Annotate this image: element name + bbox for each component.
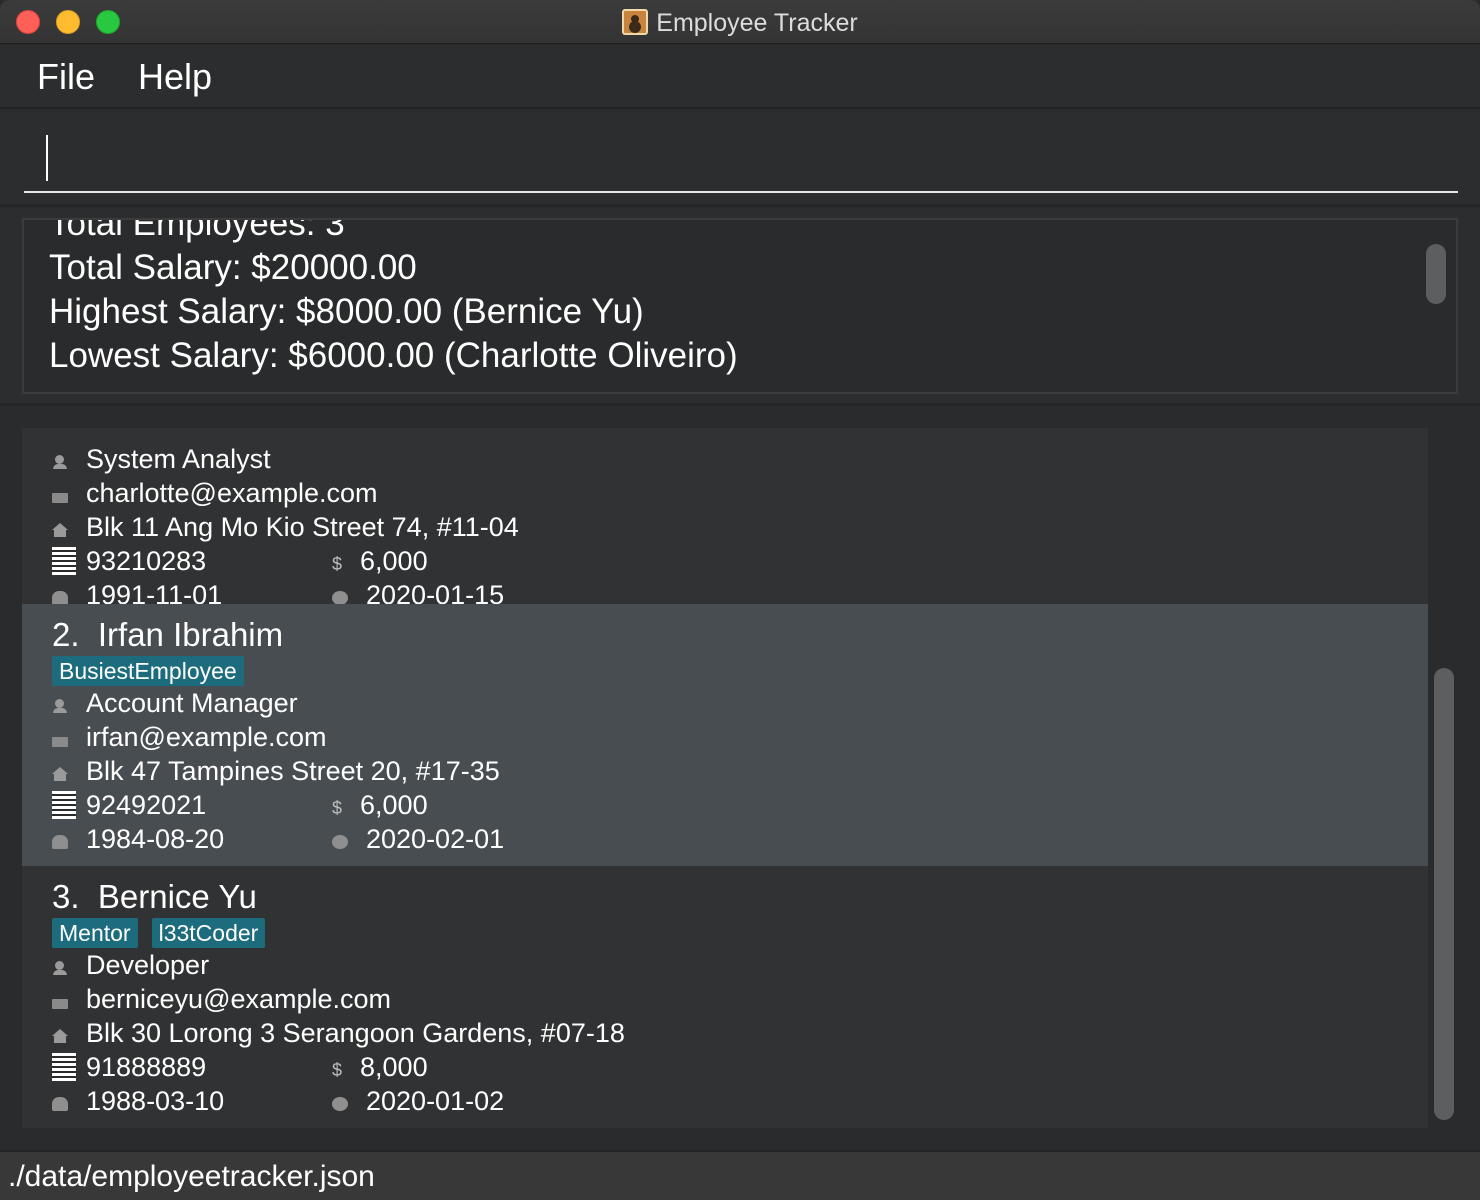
result-line-total-salary: Total Salary: $20000.00 xyxy=(49,248,417,287)
calendar-icon xyxy=(332,1097,348,1111)
email-field: charlotte@example.com xyxy=(52,476,378,510)
address-field: Blk 47 Tampines Street 20, #17-35 xyxy=(52,754,500,788)
result-line-total-employees: Total Employees: 3 xyxy=(49,218,345,243)
home-icon xyxy=(52,523,68,537)
join-date-text: 2020-02-01 xyxy=(366,824,505,854)
employee-card[interactable]: 2. Irfan Ibrahim BusiestEmployee Account… xyxy=(22,604,1428,866)
employee-index: 2. xyxy=(52,616,80,653)
dollar-icon: $ xyxy=(332,1060,343,1080)
dollar-icon: $ xyxy=(332,554,343,574)
app-window: Employee Tracker File Help Total Employe… xyxy=(0,0,1480,1200)
join-date-field: 2020-02-01 xyxy=(332,822,504,856)
job-field: Developer xyxy=(52,948,209,982)
tag-list: Mentor l33tCoder xyxy=(52,918,279,948)
phone-icon xyxy=(52,547,76,575)
birthday-text: 1988-03-10 xyxy=(86,1086,225,1116)
cake-icon xyxy=(52,591,68,605)
employee-list[interactable]: System Analyst charlotte@example.com Blk… xyxy=(22,428,1428,1128)
email-icon xyxy=(52,999,68,1009)
menu-help[interactable]: Help xyxy=(138,55,212,99)
address-text: Blk 47 Tampines Street 20, #17-35 xyxy=(86,756,500,786)
home-icon xyxy=(52,767,68,781)
birthday-field: 1984-08-20 xyxy=(52,822,224,856)
status-bar: ./data/employeetracker.json xyxy=(0,1150,1480,1200)
join-date-text: 2020-01-02 xyxy=(366,1086,505,1116)
contact-book-icon xyxy=(622,9,649,35)
salary-text: 6,000 xyxy=(360,790,428,820)
employee-card[interactable]: System Analyst charlotte@example.com Blk… xyxy=(22,428,1428,610)
calendar-icon xyxy=(332,835,348,849)
employee-list-panel: System Analyst charlotte@example.com Blk… xyxy=(0,408,1480,1148)
result-text: Total Employees: 3 Total Salary: $20000.0… xyxy=(49,218,738,378)
job-icon xyxy=(52,455,68,469)
email-text: irfan@example.com xyxy=(86,722,327,752)
text-caret xyxy=(46,135,48,181)
join-date-field: 2020-01-02 xyxy=(332,1084,504,1118)
address-text: Blk 30 Lorong 3 Serangoon Gardens, #07-1… xyxy=(86,1018,625,1048)
job-icon xyxy=(52,961,68,975)
phone-text: 92492021 xyxy=(86,790,207,820)
birthday-field: 1988-03-10 xyxy=(52,1084,224,1118)
tag: BusiestEmployee xyxy=(52,656,244,686)
birthday-text: 1984-08-20 xyxy=(86,824,225,854)
cake-icon xyxy=(52,835,68,849)
result-display-panel: Total Employees: 3 Total Salary: $20000.0… xyxy=(0,208,1480,406)
phone-icon xyxy=(52,791,76,819)
salary-text: 6,000 xyxy=(360,546,428,576)
email-icon xyxy=(52,737,68,747)
result-display[interactable]: Total Employees: 3 Total Salary: $20000.0… xyxy=(22,218,1458,394)
email-icon xyxy=(52,493,68,503)
phone-field: 91888889 xyxy=(52,1050,206,1084)
email-field: irfan@example.com xyxy=(52,720,327,754)
tag-list: BusiestEmployee xyxy=(52,656,258,686)
employee-name: 3. Bernice Yu xyxy=(52,876,257,918)
email-text: charlotte@example.com xyxy=(86,478,378,508)
list-scrollbar-thumb[interactable] xyxy=(1434,668,1454,1120)
employee-name-text: Irfan Ibrahim xyxy=(97,616,284,653)
tag: l33tCoder xyxy=(151,918,266,948)
cake-icon xyxy=(52,1097,68,1111)
employee-card[interactable]: 3. Bernice Yu Mentor l33tCoder Developer … xyxy=(22,866,1428,1128)
job-field: System Analyst xyxy=(52,442,271,476)
result-scrollbar-thumb[interactable] xyxy=(1426,244,1446,304)
phone-text: 91888889 xyxy=(86,1052,207,1082)
window-title-group: Employee Tracker xyxy=(0,8,1480,38)
dollar-icon: $ xyxy=(332,798,343,818)
phone-icon xyxy=(52,1053,76,1081)
address-field: Blk 30 Lorong 3 Serangoon Gardens, #07-1… xyxy=(52,1016,625,1050)
menu-file[interactable]: File xyxy=(37,55,95,99)
address-text: Blk 11 Ang Mo Kio Street 74, #11-04 xyxy=(86,512,519,542)
window-title: Employee Tracker xyxy=(656,9,858,37)
salary-field: $6,000 xyxy=(332,788,428,825)
result-line-highest-salary: Highest Salary: $8000.00 (Bernice Yu) xyxy=(49,292,644,331)
status-file-path: ./data/employeetracker.json xyxy=(8,1160,375,1193)
address-field: Blk 11 Ang Mo Kio Street 74, #11-04 xyxy=(52,510,519,544)
job-text: Account Manager xyxy=(86,688,298,718)
title-bar[interactable]: Employee Tracker xyxy=(0,0,1480,44)
salary-field: $8,000 xyxy=(332,1050,428,1087)
employee-name: 2. Irfan Ibrahim xyxy=(52,614,283,656)
command-box xyxy=(0,111,1480,207)
phone-text: 93210283 xyxy=(86,546,207,576)
menu-bar: File Help xyxy=(0,45,1480,109)
phone-field: 92492021 xyxy=(52,788,206,822)
employee-index: 3. xyxy=(52,878,80,915)
job-icon xyxy=(52,699,68,713)
phone-field: 93210283 xyxy=(52,544,206,578)
job-text: System Analyst xyxy=(86,444,271,474)
salary-text: 8,000 xyxy=(360,1052,428,1082)
command-input[interactable] xyxy=(24,125,1458,193)
result-line-lowest-salary: Lowest Salary: $6000.00 (Charlotte Olive… xyxy=(49,336,738,375)
salary-field: $6,000 xyxy=(332,544,428,581)
job-field: Account Manager xyxy=(52,686,298,720)
home-icon xyxy=(52,1029,68,1043)
job-text: Developer xyxy=(86,950,210,980)
tag: Mentor xyxy=(52,918,138,948)
employee-name-text: Bernice Yu xyxy=(97,878,257,915)
email-text: berniceyu@example.com xyxy=(86,984,392,1014)
calendar-icon xyxy=(332,591,348,605)
email-field: berniceyu@example.com xyxy=(52,982,391,1016)
